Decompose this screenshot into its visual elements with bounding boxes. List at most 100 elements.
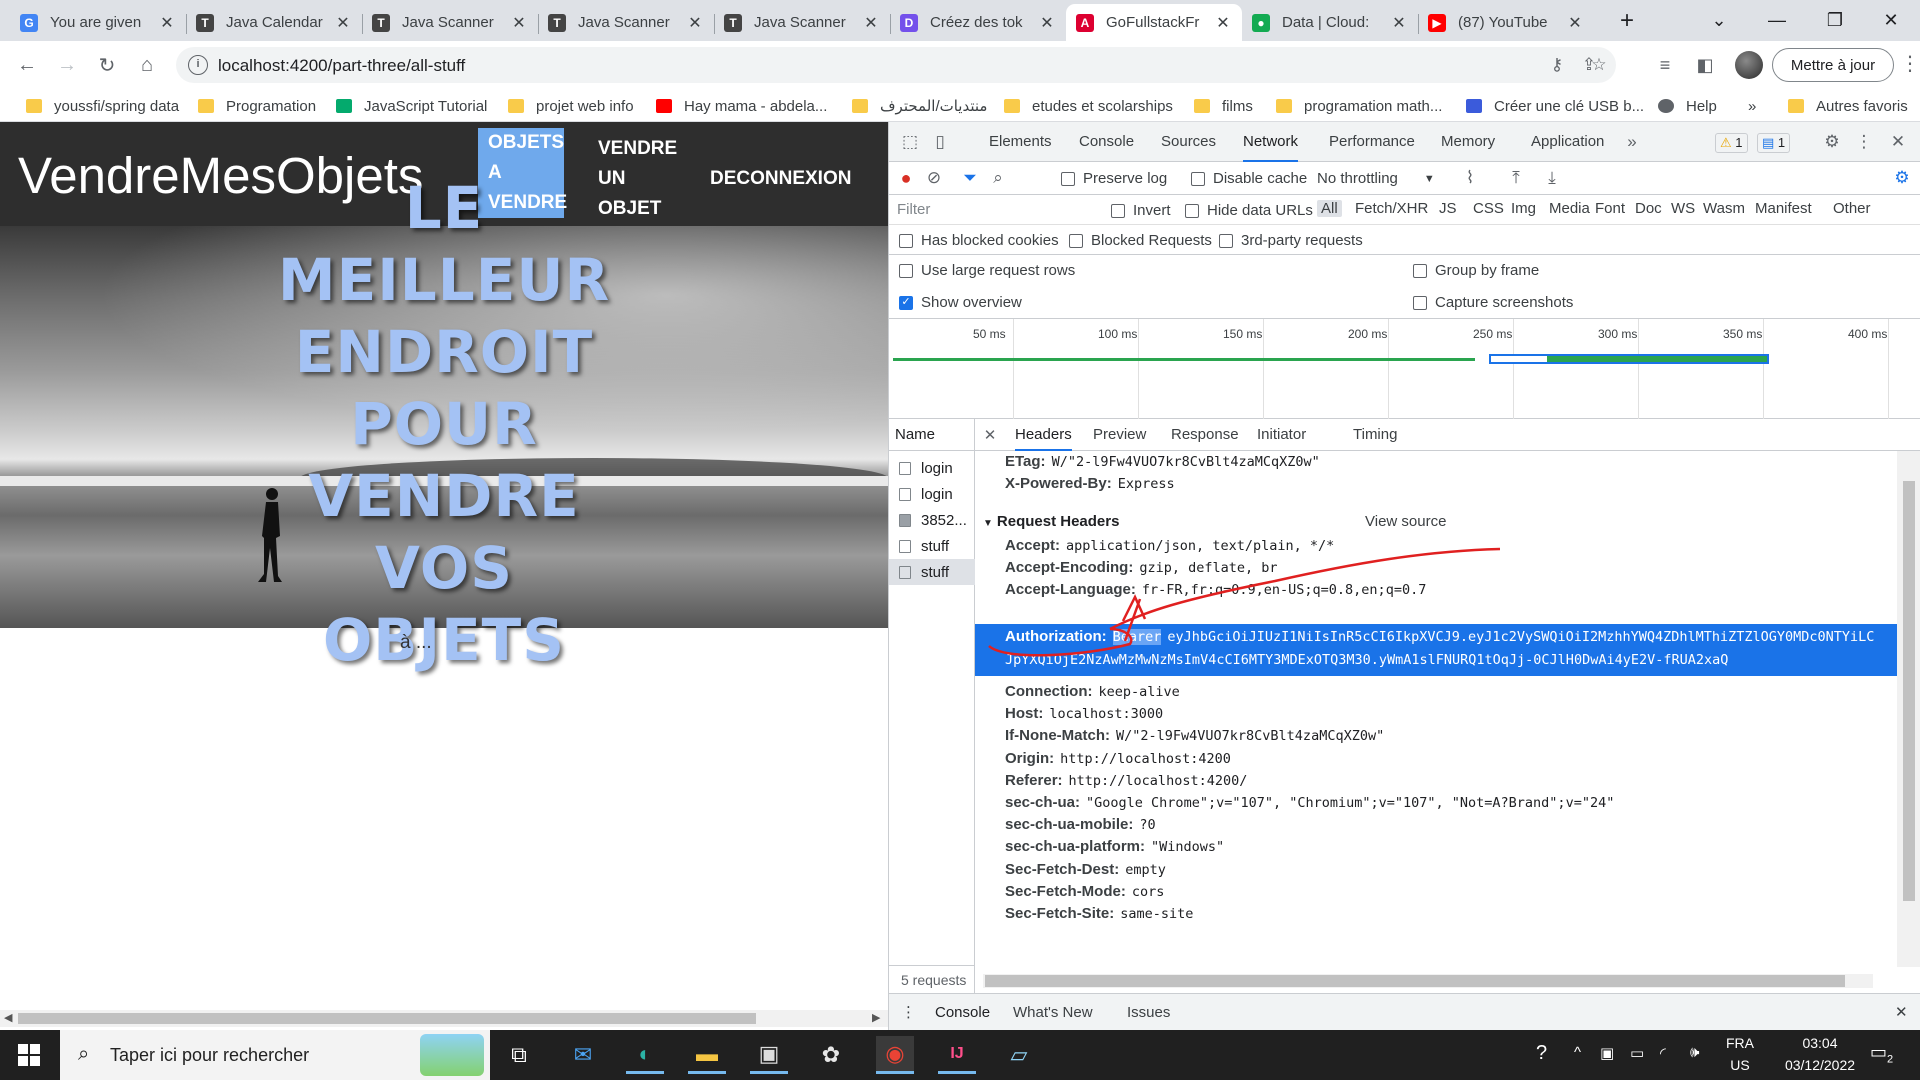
- drawer-menu-icon[interactable]: ⋮: [901, 994, 916, 1031]
- mail-icon[interactable]: ✉: [564, 1036, 602, 1074]
- bookmark-globe-icon[interactable]: Help: [1658, 95, 1717, 117]
- request-row[interactable]: stuff: [889, 559, 975, 585]
- edge-icon[interactable]: ◐: [626, 1036, 664, 1074]
- scrollbar-thumb[interactable]: [18, 1013, 756, 1024]
- device-icon[interactable]: ▣: [1600, 1044, 1614, 1062]
- header-row[interactable]: Accept-Language: fr-FR,fr;q=0.9,en-US;q=0…: [1005, 581, 1426, 598]
- bookmark-folder-icon[interactable]: youssfi/spring data: [26, 95, 179, 117]
- browser-tab[interactable]: D Créez des tok ✕: [890, 4, 1066, 41]
- bookmark-w3schools-icon[interactable]: JavaScript Tutorial: [336, 95, 487, 117]
- settings-gear-icon[interactable]: ⚙: [1819, 129, 1845, 155]
- address-bar[interactable]: i localhost:4200/part-three/all-stuff ⚷ …: [176, 47, 1616, 83]
- record-icon[interactable]: ●: [893, 165, 919, 191]
- language-indicator[interactable]: FRA US: [1724, 1035, 1756, 1073]
- devtools-tab-memory[interactable]: Memory: [1441, 122, 1495, 162]
- scrollbar-thumb[interactable]: [1903, 481, 1915, 901]
- warnings-badge[interactable]: ⚠ 1: [1715, 133, 1748, 153]
- large-rows-checkbox[interactable]: Use large request rows: [899, 262, 1075, 279]
- terminal-icon[interactable]: ▣: [750, 1036, 788, 1074]
- name-column-header[interactable]: Name: [889, 419, 975, 451]
- filter-type-js[interactable]: JS: [1439, 200, 1457, 217]
- browser-tab[interactable]: T Java Scanner ✕: [362, 4, 538, 41]
- header-row[interactable]: ETag: W/"2-l9Fw4VUO7kr8CvBlt4zaMCqXZ0w": [1005, 453, 1320, 470]
- update-chrome-button[interactable]: Mettre à jour: [1772, 48, 1894, 82]
- filter-type-doc[interactable]: Doc: [1635, 200, 1662, 217]
- minimize-icon[interactable]: —: [1748, 0, 1806, 41]
- close-devtools-icon[interactable]: ✕: [1885, 129, 1911, 155]
- header-row[interactable]: Accept-Encoding: gzip, deflate, br: [1005, 559, 1278, 576]
- bookmark-folder-icon[interactable]: films: [1194, 95, 1253, 117]
- filter-input[interactable]: Filter: [897, 199, 1097, 221]
- view-source-link[interactable]: View source: [1365, 513, 1446, 530]
- messages-badge[interactable]: ▤ 1: [1757, 133, 1791, 153]
- bookmark-usb-tool-icon[interactable]: Créer une clé USB b...: [1466, 95, 1644, 117]
- request-row[interactable]: login: [889, 481, 975, 507]
- close-tab-icon[interactable]: ✕: [1038, 13, 1056, 33]
- detail-tab-headers[interactable]: Headers: [1015, 419, 1072, 451]
- forward-arrow-icon[interactable]: →: [52, 50, 82, 80]
- devtools-tab-console[interactable]: Console: [1079, 122, 1134, 162]
- side-panel-icon[interactable]: ◧: [1690, 50, 1720, 80]
- page-horizontal-scrollbar[interactable]: ◀ ▶: [0, 1010, 888, 1027]
- new-tab-plus-icon[interactable]: +: [1598, 0, 1656, 41]
- filter-type-all[interactable]: All: [1317, 200, 1342, 217]
- search-icon[interactable]: ⌕: [985, 165, 1011, 191]
- scrollbar-thumb[interactable]: [985, 975, 1845, 987]
- home-icon[interactable]: ⌂: [132, 50, 162, 80]
- clear-icon[interactable]: ⊘: [921, 165, 947, 191]
- volume-icon[interactable]: 🕪: [1690, 1044, 1699, 1061]
- help-icon[interactable]: ?: [1536, 1042, 1547, 1065]
- show-overview-checkbox[interactable]: ✓ Show overview: [899, 294, 1022, 311]
- windows-start-icon[interactable]: [18, 1044, 40, 1066]
- wifi-icon[interactable]: ◜: [1660, 1044, 1666, 1062]
- browser-tab[interactable]: G You are given ✕: [10, 4, 186, 41]
- header-row[interactable]: sec-ch-ua-platform: "Windows": [1005, 838, 1224, 855]
- nav-deconnexion[interactable]: DECONNEXION: [710, 164, 851, 194]
- bookmark-youtube-icon[interactable]: Hay mama - abdela...: [656, 95, 827, 117]
- bookmark-folder-icon[interactable]: projet web info: [508, 95, 634, 117]
- bookmark-folder-icon[interactable]: programation math...: [1276, 95, 1442, 117]
- bookmark-folder-icon[interactable]: etudes et scolarships: [1004, 95, 1173, 117]
- detail-tab-timing[interactable]: Timing: [1353, 419, 1397, 451]
- close-tab-icon[interactable]: ✕: [334, 13, 352, 33]
- scroll-left-arrow-icon[interactable]: ◀: [4, 1011, 12, 1024]
- clock[interactable]: 03:04 03/12/2022: [1770, 1035, 1870, 1073]
- bookmark-more[interactable]: »: [1748, 95, 1756, 117]
- header-row[interactable]: Sec-Fetch-Site: same-site: [1005, 905, 1193, 922]
- headers-vertical-scrollbar[interactable]: [1897, 451, 1920, 967]
- hide-data-urls-checkbox[interactable]: Hide data URLs: [1185, 202, 1313, 219]
- request-row[interactable]: login: [889, 455, 975, 481]
- detail-tab-preview[interactable]: Preview: [1093, 419, 1146, 451]
- close-tab-icon[interactable]: ✕: [510, 13, 528, 33]
- network-overview-timeline[interactable]: 50 ms 100 ms 150 ms 200 ms 250 ms 300 ms 350 m…: [889, 319, 1920, 419]
- reload-icon[interactable]: ↻: [92, 50, 122, 80]
- chrome-menu-icon[interactable]: ⋮: [1900, 51, 1920, 76]
- header-row[interactable]: sec-ch-ua-mobile: ?0: [1005, 816, 1156, 833]
- filter-type-img[interactable]: Img: [1511, 200, 1536, 217]
- notepad-icon[interactable]: ▱: [1000, 1036, 1038, 1074]
- inspect-element-icon[interactable]: ⬚: [897, 129, 923, 155]
- reading-list-icon[interactable]: ≡: [1650, 50, 1680, 80]
- throttling-select[interactable]: No throttling ▼: [1317, 170, 1435, 187]
- filter-type-fetchxhr[interactable]: Fetch/XHR: [1355, 200, 1428, 217]
- disable-cache-checkbox[interactable]: Disable cache: [1191, 170, 1307, 187]
- close-tab-icon[interactable]: ✕: [1390, 13, 1408, 33]
- request-row[interactable]: stuff: [889, 533, 975, 559]
- request-row[interactable]: 3852...: [889, 507, 975, 533]
- close-window-icon[interactable]: ✕: [1862, 0, 1920, 41]
- filter-type-css[interactable]: CSS: [1473, 200, 1504, 217]
- file-explorer-icon[interactable]: ▬: [688, 1036, 726, 1074]
- close-tab-icon[interactable]: ✕: [862, 13, 880, 33]
- header-row[interactable]: Sec-Fetch-Dest: empty: [1005, 861, 1166, 878]
- filter-type-media[interactable]: Media: [1549, 200, 1590, 217]
- bookmark-folder-icon[interactable]: Autres favoris: [1788, 95, 1908, 117]
- headers-horizontal-scrollbar[interactable]: [975, 967, 1897, 993]
- chrome-icon[interactable]: ◉: [876, 1036, 914, 1074]
- taskbar-search-box[interactable]: ⌕ Taper ici pour rechercher: [60, 1030, 490, 1080]
- request-headers-section[interactable]: ▼ Request Headers: [983, 513, 1119, 530]
- bookmark-folder-icon[interactable]: منتديات/المحترف: [852, 95, 987, 117]
- show-hidden-icons-chevron-icon[interactable]: ^: [1574, 1044, 1581, 1061]
- task-view-icon[interactable]: ⧉: [500, 1036, 538, 1074]
- browser-tab[interactable]: ● Data | Cloud: ✕: [1242, 4, 1418, 41]
- close-tab-icon[interactable]: ✕: [158, 13, 176, 33]
